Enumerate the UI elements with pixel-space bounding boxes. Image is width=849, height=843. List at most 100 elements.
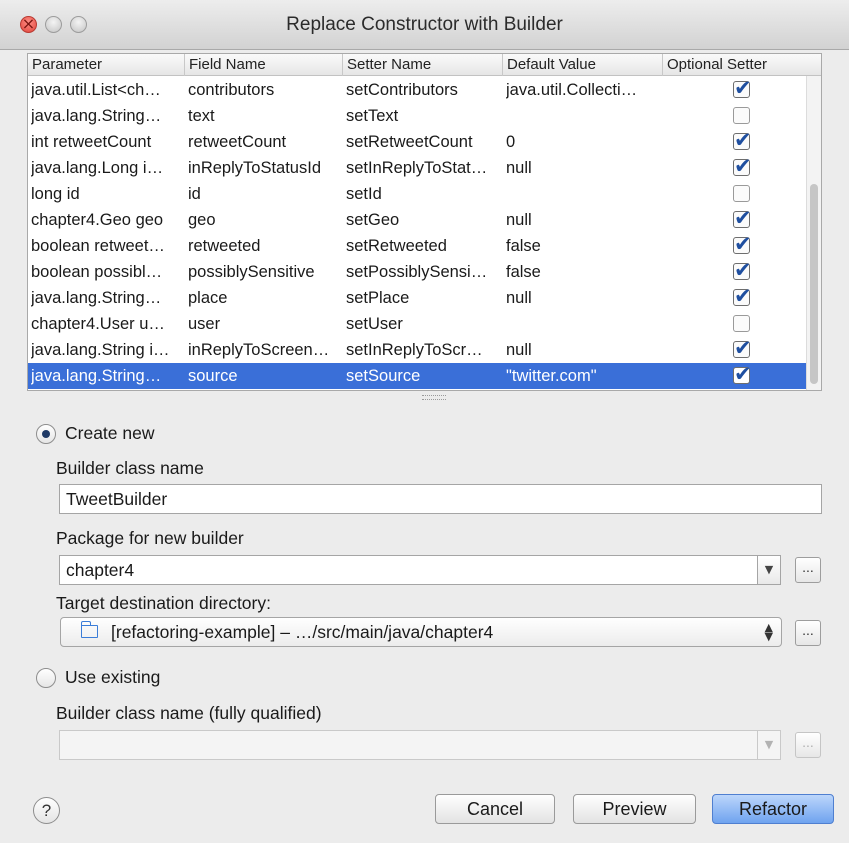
cancel-button[interactable]: Cancel (435, 794, 555, 824)
cell-parameter: java.util.List<ch… (31, 81, 161, 99)
table-row[interactable]: chapter4.Geo geo geo setGeo null (28, 205, 817, 233)
window-title: Replace Constructor with Builder (286, 14, 563, 35)
cell-default-value: null (506, 341, 532, 359)
optional-setter-checkbox[interactable] (733, 361, 752, 387)
fq-class-name-label: Builder class name (fully qualified) (56, 703, 322, 723)
package-label: Package for new builder (56, 528, 244, 548)
cell-field-name: text (188, 107, 215, 125)
help-button[interactable]: ? (33, 797, 60, 824)
table-row[interactable]: boolean possibl… possiblySensitive setPoss… (28, 257, 817, 285)
table-row[interactable]: java.lang.String… source setSource "twitter… (28, 361, 817, 389)
cell-default-value: java.util.Collecti… (506, 81, 638, 99)
table-row[interactable]: long id id setId (28, 181, 817, 207)
cell-parameter: boolean possibl… (31, 263, 163, 281)
optional-setter-checkbox[interactable] (733, 153, 752, 179)
builder-class-name-label: Builder class name (56, 458, 204, 478)
cell-field-name: inReplyToStatusId (188, 159, 321, 177)
cell-setter-name: setId (346, 185, 382, 203)
refactor-button[interactable]: Refactor (712, 794, 834, 824)
cell-parameter: java.lang.String… (31, 107, 162, 125)
cell-setter-name: setText (346, 107, 399, 125)
cell-default-value: "twitter.com" (506, 367, 597, 385)
scrollbar-thumb[interactable] (810, 184, 818, 384)
cell-parameter: int retweetCount (31, 133, 152, 151)
create-new-label[interactable]: Create new (65, 423, 155, 444)
cell-parameter: chapter4.User u… (31, 315, 165, 333)
table-row[interactable]: java.lang.Long i… inReplyToStatusId setInR… (28, 153, 817, 181)
cell-field-name: user (188, 315, 221, 333)
cell-field-name: retweeted (188, 237, 261, 255)
cell-parameter: java.lang.String i… (31, 341, 170, 359)
cell-default-value: false (506, 237, 541, 255)
optional-setter-checkbox[interactable] (733, 75, 752, 101)
optional-setter-checkbox[interactable] (733, 257, 752, 283)
header-parameter[interactable]: Parameter (28, 54, 185, 76)
use-existing-label[interactable]: Use existing (65, 667, 160, 688)
cell-field-name: source (188, 367, 238, 385)
fq-class-name-input[interactable] (59, 730, 759, 760)
cell-setter-name: setPlace (346, 289, 410, 307)
optional-setter-checkbox[interactable] (733, 231, 752, 257)
optional-setter-checkbox[interactable] (733, 107, 750, 124)
package-input[interactable]: chapter4 (59, 555, 759, 585)
title-bar: Replace Constructor with Builder (0, 0, 849, 50)
table-row[interactable]: chapter4.User u… user setUser (28, 311, 817, 337)
optional-setter-checkbox[interactable] (733, 185, 750, 202)
cell-field-name: retweetCount (188, 133, 287, 151)
target-browse-button[interactable]: ... (795, 620, 821, 646)
cell-setter-name: setPossiblySensi… (346, 263, 488, 281)
optional-setter-checkbox[interactable] (733, 315, 750, 332)
table-scrollbar[interactable] (806, 76, 821, 390)
target-directory-label: Target destination directory: (56, 593, 271, 613)
table-row[interactable]: java.lang.String i… inReplyToScreen… setIn… (28, 335, 817, 363)
fq-browse-button[interactable]: ... (795, 732, 821, 758)
header-field-name[interactable]: Field Name (185, 54, 343, 76)
cell-parameter: long id (31, 185, 80, 203)
optional-setter-checkbox[interactable] (733, 335, 752, 361)
cell-field-name: inReplyToScreen… (188, 341, 330, 359)
cell-setter-name: setContributors (346, 81, 458, 99)
optional-setter-checkbox[interactable] (733, 127, 752, 153)
cell-setter-name: setInReplyToStat… (346, 159, 488, 177)
table-row[interactable]: int retweetCount retweetCount setRetweetCo… (28, 127, 817, 155)
cell-default-value: false (506, 263, 541, 281)
cell-default-value: null (506, 159, 532, 177)
preview-button[interactable]: Preview (573, 794, 696, 824)
builder-class-name-input[interactable]: TweetBuilder (59, 484, 822, 514)
cell-setter-name: setRetweeted (346, 237, 447, 255)
parameters-table[interactable]: Parameter Field Name Setter Name Default… (27, 53, 822, 391)
table-row[interactable]: java.lang.String… text setText (28, 103, 817, 129)
cell-setter-name: setRetweetCount (346, 133, 473, 151)
cell-parameter: java.lang.Long i… (31, 159, 164, 177)
header-optional-setter[interactable]: Optional Setter (663, 54, 821, 76)
cell-default-value (506, 181, 658, 207)
fq-dropdown-arrow-icon[interactable]: ▼ (757, 730, 781, 760)
use-existing-radio[interactable] (36, 668, 56, 688)
cell-field-name: id (188, 185, 201, 203)
package-dropdown-arrow-icon[interactable]: ▼ (757, 555, 781, 585)
cell-setter-name: setGeo (346, 211, 400, 229)
cell-default-value (506, 103, 658, 129)
header-setter-name[interactable]: Setter Name (343, 54, 503, 76)
cell-setter-name: setUser (346, 315, 403, 333)
package-browse-button[interactable]: ... (795, 557, 821, 583)
cell-default-value: null (506, 289, 532, 307)
table-header: Parameter Field Name Setter Name Default… (28, 54, 821, 76)
header-default-value[interactable]: Default Value (503, 54, 663, 76)
cell-setter-name: setSource (346, 367, 421, 385)
table-row[interactable]: boolean retweet… retweeted setRetweeted fal… (28, 231, 817, 259)
cell-parameter: boolean retweet… (31, 237, 165, 255)
cell-default-value: null (506, 211, 532, 229)
create-new-radio[interactable] (36, 424, 56, 444)
target-directory-value: [refactoring-example] – …/src/main/java/… (111, 622, 494, 642)
table-row[interactable]: java.lang.String… place setPlace null (28, 283, 817, 311)
cell-field-name: place (188, 289, 228, 307)
table-row[interactable]: java.util.List<ch… contributors setContrib… (28, 75, 817, 103)
cell-default-value: 0 (506, 133, 516, 151)
cell-field-name: possiblySensitive (188, 263, 315, 281)
target-directory-select[interactable]: [refactoring-example] – …/src/main/java/… (60, 617, 782, 647)
splitter-grip[interactable] (422, 395, 446, 400)
cell-parameter: java.lang.String… (31, 289, 162, 307)
optional-setter-checkbox[interactable] (733, 205, 752, 231)
optional-setter-checkbox[interactable] (733, 283, 752, 309)
